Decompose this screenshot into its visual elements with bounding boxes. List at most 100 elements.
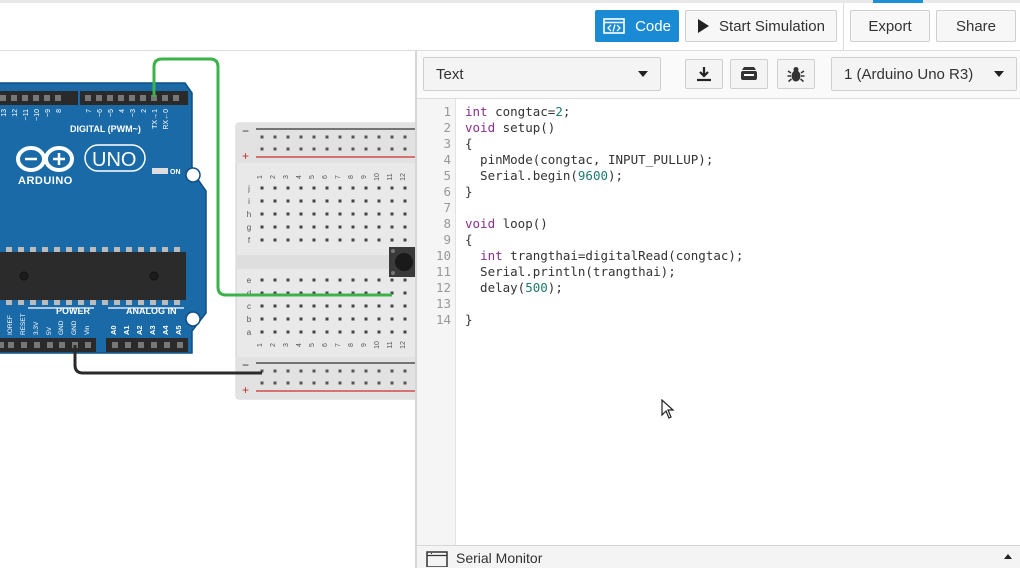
breadboard-column-label: 11 <box>387 173 394 180</box>
breadboard-column-label: 1 <box>257 175 264 179</box>
board-select[interactable]: 1 (Arduino Uno R3) <box>831 57 1017 91</box>
code-panel: Text 1 (Arduino Uno R3) 1 2 3 4 5 6 7 8 … <box>415 51 1020 568</box>
arduino-uno-board[interactable]: 13 12 ~11 ~10 ~9 8 7 ~6 ~5 4 ~3 2 TX→1 RX←0 DIGITAL (… <box>0 82 207 354</box>
breadboard-column-label: 12 <box>400 173 407 181</box>
digital-pin-label: ~10 <box>34 109 41 121</box>
line-number: 4 <box>443 152 451 167</box>
code-line[interactable]: void loop() <box>465 216 548 232</box>
analog-pin-label: A4 <box>161 325 170 335</box>
breadboard-column-label: 4 <box>296 175 303 179</box>
analog-pin-label: A2 <box>135 325 144 335</box>
header-pin[interactable] <box>59 342 65 348</box>
header-pin[interactable] <box>162 95 168 101</box>
digital-pin-label: RX←0 <box>163 109 170 130</box>
power-label: POWER <box>56 306 91 316</box>
breadboard-column-label: 6 <box>322 175 329 179</box>
line-number: 11 <box>435 264 451 279</box>
header-pin[interactable] <box>44 95 50 101</box>
breadboard-column-label: 8 <box>348 343 355 347</box>
top-rail-minus-label: − <box>242 124 249 138</box>
code-line[interactable]: { <box>465 232 473 248</box>
header-pin[interactable] <box>0 95 6 101</box>
download-icon <box>697 67 711 82</box>
header-pin[interactable] <box>118 95 124 101</box>
code-button[interactable]: Code <box>595 10 679 42</box>
code-line[interactable]: { <box>465 136 473 152</box>
line-number: 12 <box>435 280 451 295</box>
code-line[interactable]: int congtac=2; <box>465 104 570 120</box>
header-pin[interactable] <box>47 342 53 348</box>
breadboard-column-label: 5 <box>309 175 316 179</box>
header-pin[interactable] <box>11 95 17 101</box>
header-pin[interactable] <box>177 342 183 348</box>
header-pin[interactable] <box>112 342 118 348</box>
main-toolbar: Code Start Simulation Export Share <box>0 3 1020 51</box>
code-line[interactable]: void setup() <box>465 120 555 136</box>
debugger-button[interactable] <box>777 59 815 89</box>
breadboard-column-label: 6 <box>322 343 329 347</box>
editor-toolbar: Text 1 (Arduino Uno R3) <box>417 51 1020 99</box>
serial-monitor-bar[interactable]: Serial Monitor <box>417 545 1020 568</box>
header-pin[interactable] <box>129 95 135 101</box>
header-pin[interactable] <box>164 342 170 348</box>
circuit-drawing[interactable]: − + − + 112233445566778899101011111212ji… <box>0 51 415 568</box>
header-pin[interactable] <box>22 95 28 101</box>
breadboard-column-label: 9 <box>361 343 368 347</box>
breadboard-row-label: c <box>247 302 251 311</box>
header-pin[interactable] <box>138 342 144 348</box>
download-button[interactable] <box>685 59 723 89</box>
toolbar-divider <box>843 3 844 50</box>
library-button[interactable] <box>730 59 768 89</box>
line-number: 2 <box>443 120 451 135</box>
digital-pin-label: 13 <box>1 109 8 117</box>
serial-monitor-icon <box>426 551 448 567</box>
start-simulation-button[interactable]: Start Simulation <box>685 10 837 42</box>
code-line[interactable]: pinMode(congtac, INPUT_PULLUP); <box>465 152 713 168</box>
breadboard-column-label: 4 <box>296 343 303 347</box>
line-number: 10 <box>435 248 451 263</box>
pushbutton[interactable] <box>389 247 415 277</box>
code-line[interactable]: int trangthai=digitalRead(congtac); <box>465 248 743 264</box>
code-line[interactable]: delay(500); <box>465 280 563 296</box>
header-pin[interactable] <box>125 342 131 348</box>
digital-pin-label: TX→1 <box>152 109 159 129</box>
header-pin[interactable] <box>85 342 91 348</box>
breadboard[interactable]: − + − + 112233445566778899101011111212ji… <box>235 122 415 400</box>
editor-mode-select[interactable]: Text <box>423 57 661 91</box>
share-button[interactable]: Share <box>936 10 1016 42</box>
breadboard-column-label: 2 <box>270 343 277 347</box>
code-line[interactable]: } <box>465 312 473 328</box>
circuit-canvas[interactable]: − + − + 1 1 2 2 3 3 4 4 5 5 6 6 7 7 8 8 9 9 10 10 11 11 12 12 j i… <box>0 51 415 568</box>
code-editor[interactable]: 1 2 3 4 5 6 7 8 9 10 11 12 13 14 int con… <box>417 99 1020 545</box>
on-led-label: ON <box>170 169 181 176</box>
digital-pin-label: 12 <box>12 109 19 117</box>
analog-pin-label: A0 <box>109 325 118 335</box>
code-line[interactable]: Serial.println(trangthai); <box>465 264 676 280</box>
serial-monitor-label: Serial Monitor <box>456 550 543 566</box>
header-pin[interactable] <box>107 95 113 101</box>
breadboard-column-label: 1 <box>257 343 264 347</box>
header-pin[interactable] <box>34 342 40 348</box>
header-pin[interactable] <box>33 95 39 101</box>
header-pin[interactable] <box>140 95 146 101</box>
header-pin[interactable] <box>151 342 157 348</box>
line-number: 8 <box>443 216 451 231</box>
code-line[interactable]: } <box>465 184 473 200</box>
analog-pin-label: A3 <box>148 325 157 335</box>
chevron-up-icon[interactable] <box>1004 554 1012 559</box>
header-pin[interactable] <box>96 95 102 101</box>
share-label: Share <box>955 17 997 35</box>
code-icon <box>603 18 625 34</box>
header-pin[interactable] <box>21 342 27 348</box>
code-line[interactable]: Serial.begin(9600); <box>465 168 623 184</box>
header-pin[interactable] <box>0 342 4 348</box>
analog-in-label: ANALOG IN <box>126 306 177 316</box>
header-pin[interactable] <box>8 342 14 348</box>
power-pin-label: 3.3V <box>33 321 40 335</box>
line-number: 3 <box>443 136 451 151</box>
header-pin[interactable] <box>85 95 91 101</box>
export-button[interactable]: Export <box>850 10 930 42</box>
header-pin[interactable] <box>173 95 179 101</box>
header-pin[interactable] <box>55 95 61 101</box>
breadboard-row-label: b <box>247 315 252 324</box>
